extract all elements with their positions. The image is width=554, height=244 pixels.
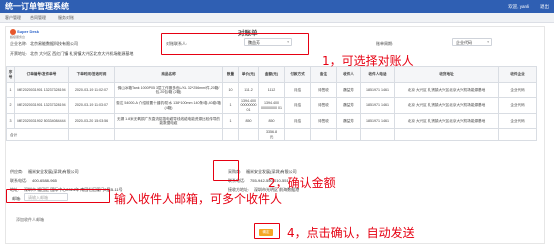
total-row: 合计 3356.8 元 [6, 128, 537, 142]
company-logo: Super Desk 超级服务台 [10, 29, 40, 39]
annotation-2: 2，确认金额 [268, 176, 336, 190]
app-header: 统一订单管理系统 欢迎, yanli 退出 [0, 0, 554, 13]
welcome-text: 欢迎, yanli [508, 4, 529, 9]
annotation-3: 输入收件人邮箱，可多个收件人 [114, 192, 283, 206]
chevron-down-icon: ▾ [487, 40, 489, 44]
annotation-1: 1，可选择对账人 [322, 54, 414, 68]
tab-bar: 客户管理 合同管理 服务对账 [0, 13, 554, 23]
annotation-4: 4，点击确认，自动发送 [287, 226, 415, 240]
highlight-confirm-box [254, 223, 280, 239]
provider-phone-label: 联系电话: [10, 178, 28, 183]
order-table: 序号 订单编号/发件单号 下单时间/签收时间 商品名称 数量 单价(元) 金额(元) 付款… [6, 66, 537, 142]
contact-select[interactable]: 企业代码 ▾ [452, 38, 492, 46]
table-row: 2 ME2020031901 13237328194 2020-03-19 11:0… [6, 96, 537, 115]
highlight-counterpart-box [161, 33, 309, 55]
table-row: 3 ME2020031902 50334084444 2020-03-20 15:0… [6, 113, 537, 130]
tab-reconcile[interactable]: 服务对账 [58, 15, 74, 21]
total-label: 合计 [6, 128, 69, 142]
provider-value: 福米安全发展(深圳)有限公司 [28, 169, 79, 174]
tab-customer[interactable]: 客户管理 [5, 15, 21, 21]
statement-panel: Super Desk 超级服务台 对账单 企业名称: 北京易能数据科技有限公司 … [5, 26, 545, 244]
add-recipient-link[interactable]: 添加收件人邮箱 [16, 217, 44, 223]
tab-contract[interactable]: 合同管理 [30, 15, 46, 21]
address-label: 开票地址: [10, 51, 28, 56]
table-row: 1 ME2020031901 13237328194 2020-03-19 11:0… [6, 82, 537, 98]
period-label: 账单周期: [376, 41, 394, 46]
company-label: 企业名称: [10, 41, 28, 46]
logout-link[interactable]: 退出 [540, 4, 549, 10]
highlight-email-box [6, 189, 110, 203]
total-amount: 3356.8 元 [258, 128, 285, 142]
provider-label: 供应商: [10, 169, 24, 174]
address-value: 北京 大兴区 西红门镇 礼贤镇大兴区北京大兴机场能源基地 [30, 51, 134, 56]
app-title: 统一订单管理系统 [5, 2, 69, 11]
highlight-total-box [213, 160, 239, 181]
company-value: 北京易能数据科技有限公司 [30, 41, 78, 46]
provider-phone-value: 400-6588-965 [32, 178, 57, 183]
table-header-row: 序号 订单编号/发件单号 下单时间/签收时间 商品名称 数量 单价(元) 金额(元) 付款… [6, 66, 537, 83]
